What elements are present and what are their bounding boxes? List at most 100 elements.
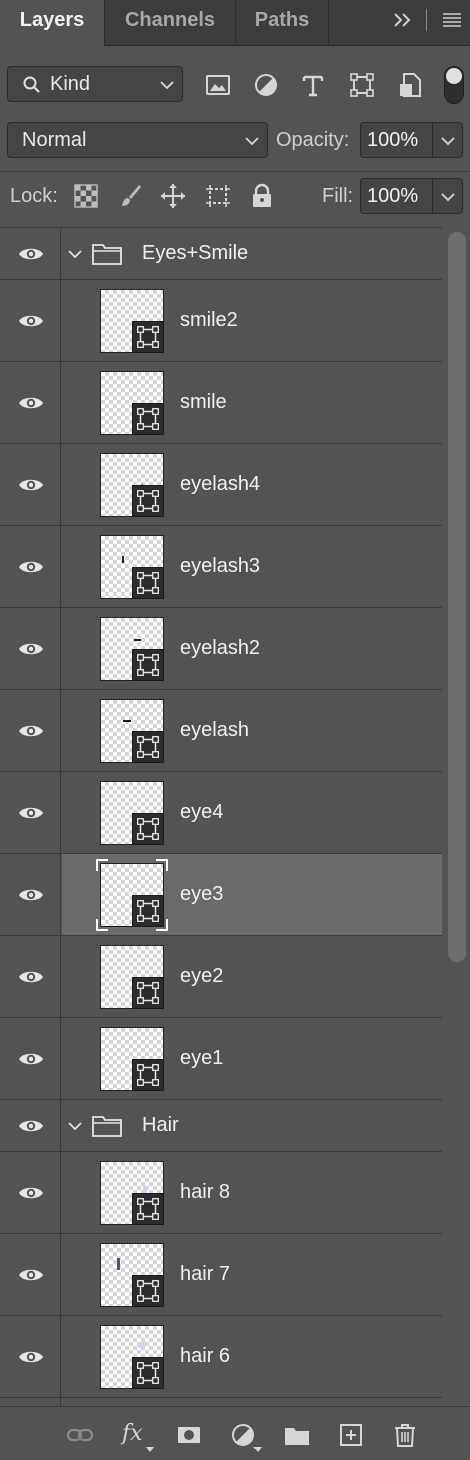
toggle-knob	[446, 68, 462, 84]
lock-transparent-pixels-icon[interactable]	[72, 182, 100, 210]
layers-list[interactable]: Eyes+Smile smile2 smile eyelash4 eyelash3 eye…	[0, 227, 442, 1406]
fill-input[interactable]: 100%	[360, 178, 433, 214]
layer-thumbnail[interactable]	[100, 699, 164, 763]
type-filter-icon[interactable]	[299, 71, 327, 99]
eye-icon[interactable]	[18, 805, 44, 821]
layer-row[interactable]: eyelash3	[0, 526, 442, 608]
eye-icon[interactable]	[18, 395, 44, 411]
eye-icon[interactable]	[18, 1349, 44, 1365]
adjustment-filter-icon[interactable]	[252, 71, 280, 99]
visibility-toggle[interactable]	[0, 854, 61, 935]
smart-object-badge-icon	[132, 977, 164, 1009]
layer-row[interactable]: eyelash2	[0, 608, 442, 690]
layer-thumbnail[interactable]	[100, 453, 164, 517]
layer-mask-icon[interactable]	[175, 1421, 203, 1449]
layer-group-row[interactable]: Eyes+Smile	[0, 228, 442, 280]
layer-row[interactable]: hair 6	[0, 1316, 442, 1398]
visibility-toggle[interactable]	[0, 1018, 61, 1099]
layer-row-partial[interactable]	[0, 1398, 442, 1406]
chevron-down-icon[interactable]	[66, 245, 84, 263]
fill-dropdown-button[interactable]	[433, 178, 463, 214]
eye-icon[interactable]	[18, 1185, 44, 1201]
visibility-toggle[interactable]	[0, 1398, 61, 1406]
layer-row[interactable]: hair 7	[0, 1234, 442, 1316]
layer-thumbnail[interactable]	[100, 781, 164, 845]
link-layers-icon[interactable]	[66, 1421, 94, 1449]
eye-icon[interactable]	[18, 246, 44, 262]
layer-thumbnail[interactable]	[100, 289, 164, 353]
layer-row[interactable]: smile2	[0, 280, 442, 362]
visibility-toggle[interactable]	[0, 690, 61, 771]
tab-divider	[426, 9, 427, 31]
visibility-toggle[interactable]	[0, 1316, 61, 1397]
layer-thumbnail[interactable]	[100, 371, 164, 435]
image-filter-icon[interactable]	[204, 71, 232, 99]
new-layer-icon[interactable]	[337, 1421, 365, 1449]
smart-object-filter-icon[interactable]	[396, 71, 424, 99]
visibility-toggle[interactable]	[0, 444, 61, 525]
layer-group-row[interactable]: Hair	[0, 1100, 442, 1152]
eye-icon[interactable]	[18, 1118, 44, 1134]
eye-icon[interactable]	[18, 313, 44, 329]
layer-thumbnail[interactable]	[100, 1243, 164, 1307]
visibility-toggle[interactable]	[0, 1234, 61, 1315]
opacity-dropdown-button[interactable]	[433, 122, 463, 158]
eye-icon[interactable]	[18, 887, 44, 903]
eye-icon[interactable]	[18, 559, 44, 575]
layer-row[interactable]: smile	[0, 362, 442, 444]
scrollbar-thumb[interactable]	[448, 232, 466, 962]
layer-thumbnail[interactable]	[100, 1027, 164, 1091]
visibility-toggle[interactable]	[0, 280, 61, 361]
tab-paths[interactable]: Paths	[236, 0, 328, 46]
layer-name: eyelash3	[180, 555, 261, 577]
lock-position-move-icon[interactable]	[159, 182, 187, 210]
visibility-toggle[interactable]	[0, 1100, 61, 1151]
selection-frame-corner	[96, 919, 108, 931]
layer-thumbnail[interactable]	[100, 863, 164, 927]
opacity-label: Opacity:	[276, 129, 350, 151]
eye-icon[interactable]	[18, 477, 44, 493]
eye-icon[interactable]	[18, 969, 44, 985]
thumbnail-content-mark	[117, 1258, 120, 1270]
layer-thumbnail[interactable]	[100, 1325, 164, 1389]
visibility-toggle[interactable]	[0, 228, 61, 279]
lock-artboard-icon[interactable]	[204, 182, 232, 210]
new-group-folder-icon[interactable]	[283, 1421, 311, 1449]
visibility-toggle[interactable]	[0, 526, 61, 607]
layer-row[interactable]: eyelash	[0, 690, 442, 772]
trash-icon[interactable]	[391, 1421, 419, 1449]
visibility-toggle[interactable]	[0, 362, 61, 443]
layer-row[interactable]: hair 8	[0, 1152, 442, 1234]
eye-icon[interactable]	[18, 723, 44, 739]
double-chevron-right-icon[interactable]	[391, 8, 415, 32]
visibility-toggle[interactable]	[0, 936, 61, 1017]
filter-toggle-switch[interactable]	[444, 66, 464, 104]
layer-row[interactable]: eye1	[0, 1018, 442, 1100]
tab-channels[interactable]: Channels	[105, 0, 235, 46]
shape-filter-icon[interactable]	[348, 71, 376, 99]
layer-row[interactable]: eyelash4	[0, 444, 442, 526]
layer-thumbnail[interactable]	[100, 535, 164, 599]
eye-icon[interactable]	[18, 641, 44, 657]
panel-menu-icon[interactable]	[440, 8, 464, 32]
filter-kind-select[interactable]: Kind	[7, 66, 183, 102]
layer-row[interactable]: eye4	[0, 772, 442, 854]
visibility-toggle[interactable]	[0, 608, 61, 689]
fx-icon[interactable]: fx	[122, 1421, 143, 1446]
chevron-down-icon[interactable]	[66, 1117, 84, 1135]
layer-row[interactable]: eye2	[0, 936, 442, 1018]
eye-icon[interactable]	[18, 1051, 44, 1067]
adjustment-layer-icon[interactable]	[230, 1421, 258, 1449]
layer-thumbnail[interactable]	[100, 1161, 164, 1225]
eye-icon[interactable]	[18, 1267, 44, 1283]
layer-row[interactable]: eye3	[0, 854, 442, 936]
opacity-input[interactable]: 100%	[360, 122, 433, 158]
visibility-toggle[interactable]	[0, 772, 61, 853]
lock-all-icon[interactable]	[248, 182, 276, 210]
blend-mode-select[interactable]: Normal	[7, 122, 268, 158]
tab-layers[interactable]: Layers	[0, 0, 104, 47]
visibility-toggle[interactable]	[0, 1152, 61, 1233]
layer-thumbnail[interactable]	[100, 617, 164, 681]
lock-image-pixels-brush-icon[interactable]	[116, 182, 144, 210]
layer-thumbnail[interactable]	[100, 945, 164, 1009]
